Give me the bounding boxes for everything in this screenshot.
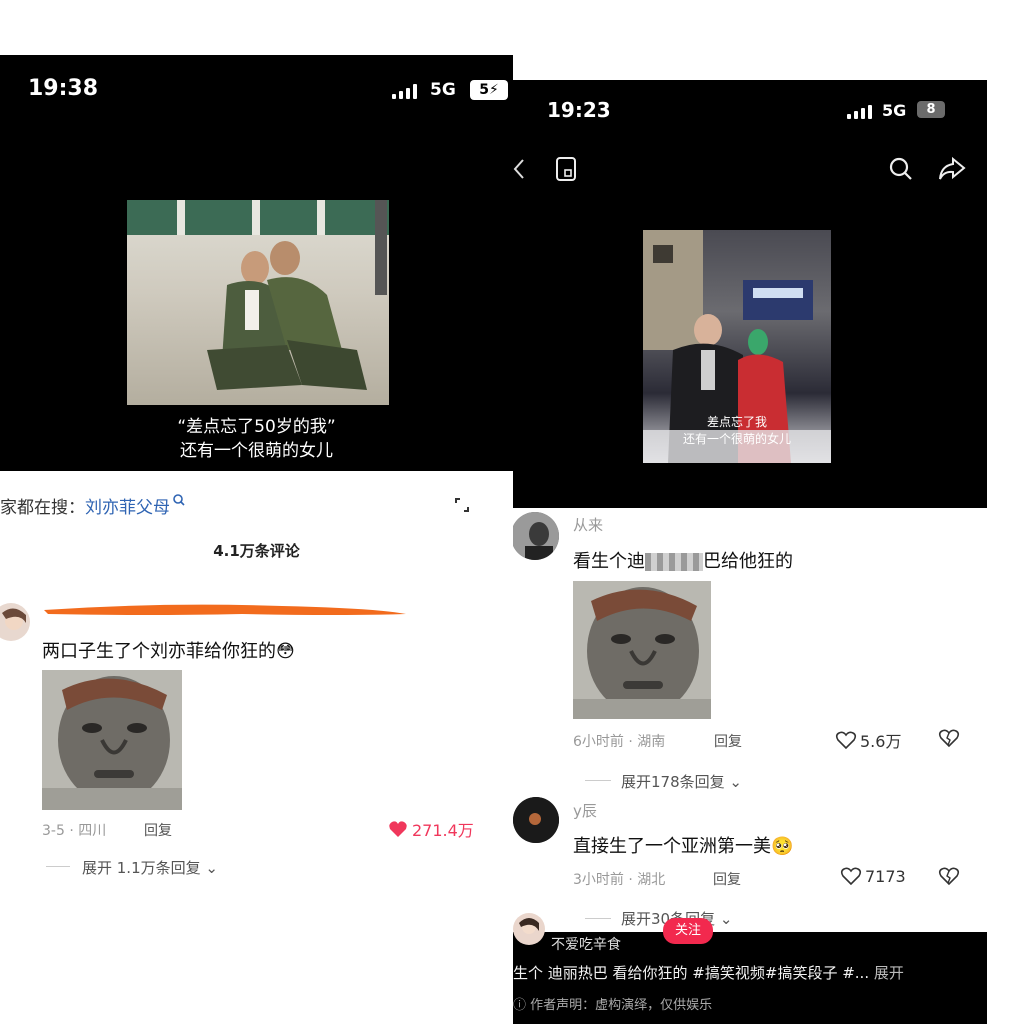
expand-icon[interactable] [452,495,472,515]
like-button[interactable]: 5.6万 [835,728,901,752]
expand-replies[interactable]: 展开 1.1万条回复 ⌄ [82,857,218,878]
expand-replies[interactable]: 展开178条回复 ⌄ [621,771,742,792]
author-name[interactable]: 不爱吃辛食 [551,934,621,954]
heart-icon [840,867,862,886]
video-caption-line1: 差点忘了我 [706,415,767,429]
search-icon[interactable] [888,156,914,182]
divider [585,780,611,781]
follow-button[interactable]: 关注 [663,918,713,944]
comment-time-location: 6小时前 · 湖南 [573,734,666,750]
search-icon [173,494,185,506]
chevron-down-icon: ⌄ [200,859,218,877]
search-suggestion[interactable]: 家都在搜：刘亦菲父母 [0,493,186,518]
comment-username[interactable]: y辰 [573,800,597,821]
video-frame [127,200,389,405]
left-screenshot: 19:38 5G 5⚡ “差点忘了50岁的我” 还有一个很萌的女儿 家都在搜：刘… [0,55,513,1024]
video-caption-line2: 还有一个很萌的女儿 [180,441,333,461]
avatar[interactable] [513,512,559,560]
divider [585,918,611,919]
video-info-bar: 不爱吃辛食 生个 迪丽热巴 看给你狂的 #搞笑视频#搞笑段子 #... 展开 ⓘ… [513,932,987,1024]
video-caption-line1: “差点忘了50岁的我” [177,417,336,437]
video-caption-line2: 还有一个很萌的女儿 [682,432,791,446]
like-button[interactable]: 271.4万 [388,817,474,841]
chevron-down-icon: ⌄ [724,773,742,791]
reply-button[interactable]: 回复 [144,820,172,840]
info-icon: ⓘ [513,998,531,1013]
reply-button[interactable]: 回复 [713,869,741,889]
meme-image[interactable] [573,581,711,719]
comments-count: 4.1万条评论 [213,542,300,560]
comment-text: 看生个迪 巴给他狂的 [573,551,793,572]
mosaic-redaction [645,553,703,571]
battery-icon: 8 [917,101,945,118]
emoji-flushed: 😳 [276,641,295,662]
author-avatar[interactable] [513,913,545,945]
dislike-icon[interactable] [938,866,960,886]
search-term[interactable]: 刘亦菲父母 [85,498,170,518]
comment-time-location: 3小时前 · 湖北 [573,872,666,888]
like-count: 7173 [865,866,906,886]
network-label: 5G [430,80,456,100]
comment-text: 直接生了一个亚洲第一美🥺 [573,836,794,857]
chevron-down-icon: ⌄ [715,910,733,928]
status-time: 19:38 [28,76,99,101]
meme-image[interactable] [42,670,182,810]
avatar[interactable] [513,797,559,843]
share-icon[interactable] [937,156,967,182]
description-expand[interactable]: 展开 [874,964,904,982]
comment-username[interactable]: 从来 [573,514,603,535]
like-count: 5.6万 [860,732,902,751]
search-prefix: 家都在搜： [0,498,85,518]
network-label: 5G [882,101,907,120]
bookmark-icon[interactable] [555,156,579,182]
like-count: 271.4万 [412,821,474,840]
video-frame: 差点忘了我 还有一个很萌的女儿 [643,230,831,463]
comment-date-location: 3-5 · 四川 [42,823,107,839]
author-disclaimer: ⓘ 作者声明：虚构演绎，仅供娱乐 [513,998,713,1013]
status-time: 19:23 [547,98,611,122]
divider [46,866,70,867]
reply-button[interactable]: 回复 [714,731,742,751]
video-description: 生个 迪丽热巴 看给你狂的 #搞笑视频#搞笑段子 #... 展开 [513,964,904,982]
heart-icon [835,731,857,750]
video-area[interactable]: 19:23 5G 8 差点忘了我 还有一个很萌的女儿 [513,80,987,508]
signal-icon [392,83,417,99]
like-button[interactable]: 7173 [840,866,906,886]
back-icon[interactable] [513,156,527,182]
emoji-pleading: 🥺 [771,836,794,857]
heart-icon [389,821,407,837]
username-redacted [42,602,408,618]
right-screenshot: 19:23 5G 8 差点忘了我 还有一个很萌的女儿 从来 看生个迪 巴给他狂的… [513,80,987,1024]
signal-icon [847,104,872,119]
avatar[interactable] [0,603,30,641]
battery-icon: 5⚡ [470,80,508,100]
comment-text: 两口子生了个刘亦菲给你狂的😳 [42,641,295,662]
photo-men-sitting [177,200,387,390]
video-area[interactable]: 19:38 5G 5⚡ “差点忘了50岁的我” 还有一个很萌的女儿 [0,55,513,471]
dislike-icon[interactable] [938,728,960,748]
